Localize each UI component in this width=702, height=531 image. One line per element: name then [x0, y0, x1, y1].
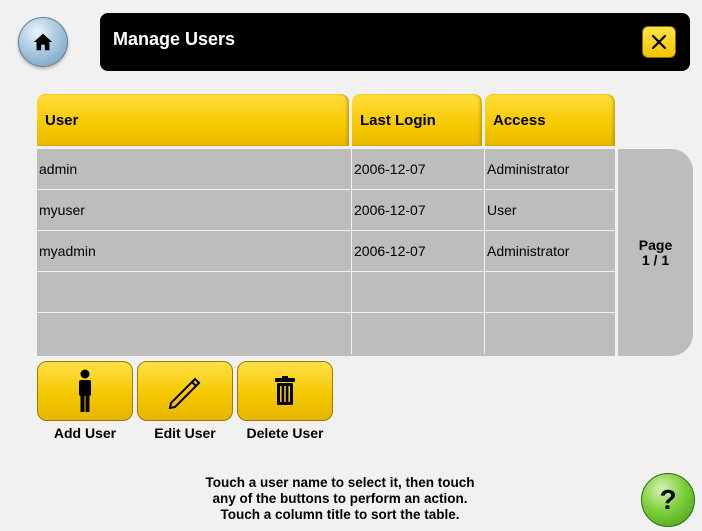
- last-login-cell: [352, 313, 485, 354]
- column-header-user[interactable]: User: [37, 94, 349, 146]
- pencil-icon: [168, 377, 201, 409]
- delete-user-button[interactable]: [237, 361, 333, 421]
- user-table: admin 2006-12-07 Administrator myuser 20…: [37, 149, 615, 356]
- person-icon: [79, 369, 91, 412]
- help-text: Touch a user name to select it, then tou…: [140, 475, 540, 523]
- delete-user-label: Delete User: [246, 425, 324, 441]
- user-cell[interactable]: myadmin: [37, 231, 352, 271]
- last-login-cell[interactable]: 2006-12-07: [352, 190, 485, 230]
- access-cell[interactable]: User: [485, 190, 615, 230]
- table-row[interactable]: admin 2006-12-07 Administrator: [37, 149, 615, 190]
- help-icon: ?: [659, 484, 677, 515]
- user-cell[interactable]: admin: [37, 149, 352, 189]
- page-title: Manage Users: [113, 29, 236, 49]
- access-cell: [485, 313, 615, 354]
- help-line: Touch a user name to select it, then tou…: [205, 475, 475, 490]
- trash-icon: [275, 376, 295, 405]
- add-user-button[interactable]: [37, 361, 133, 421]
- close-icon: [651, 34, 667, 50]
- table-row-empty: [37, 272, 615, 313]
- help-button[interactable]: ?: [641, 473, 695, 527]
- user-cell: [37, 272, 352, 312]
- edit-user-label: Edit User: [154, 425, 216, 441]
- help-line: Touch a column title to sort the table.: [220, 507, 460, 522]
- last-login-cell[interactable]: 2006-12-07: [352, 231, 485, 271]
- home-button[interactable]: [18, 17, 68, 67]
- column-header-access[interactable]: Access: [485, 94, 615, 146]
- access-cell[interactable]: Administrator: [485, 149, 615, 189]
- home-icon: [33, 33, 53, 51]
- page-indicator[interactable]: Page 1 / 1: [618, 149, 693, 356]
- page-label: Page: [638, 236, 673, 253]
- last-login-cell: [352, 272, 485, 312]
- close-button[interactable]: [642, 26, 676, 58]
- last-login-cell[interactable]: 2006-12-07: [352, 149, 485, 189]
- help-line: any of the buttons to perform an action.: [212, 491, 468, 506]
- title-bar: Manage Users: [100, 13, 690, 71]
- page-value: 1 / 1: [641, 251, 670, 268]
- access-cell[interactable]: Administrator: [485, 231, 615, 271]
- column-header-last-login[interactable]: Last Login: [352, 94, 482, 146]
- access-cell: [485, 272, 615, 312]
- edit-user-button[interactable]: [137, 361, 233, 421]
- table-row[interactable]: myadmin 2006-12-07 Administrator: [37, 231, 615, 272]
- user-cell: [37, 313, 352, 354]
- table-row-empty: [37, 313, 615, 354]
- user-cell[interactable]: myuser: [37, 190, 352, 230]
- table-row[interactable]: myuser 2006-12-07 User: [37, 190, 615, 231]
- add-user-label: Add User: [53, 425, 117, 441]
